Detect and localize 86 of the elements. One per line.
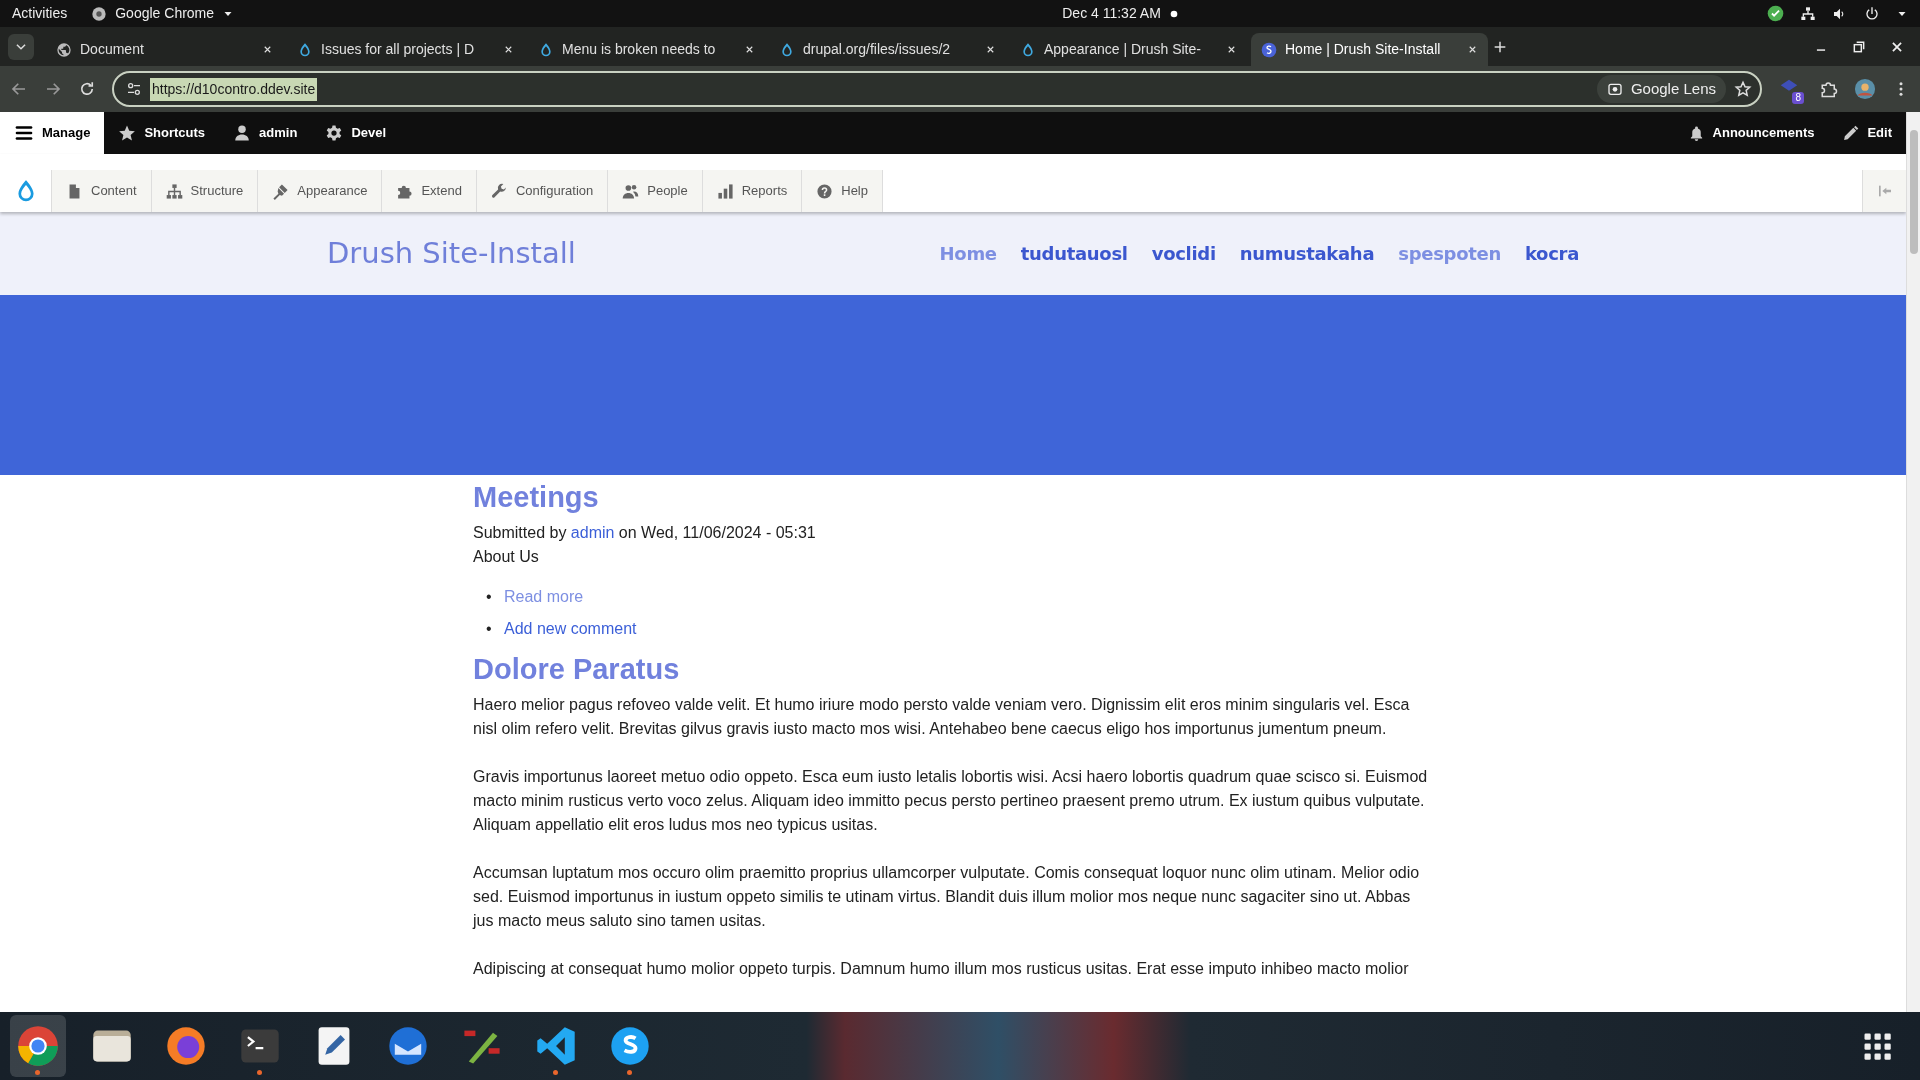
close-icon[interactable] — [262, 44, 273, 55]
camera-icon — [1606, 81, 1623, 97]
list-bullet: • — [485, 587, 493, 607]
drop-icon — [779, 41, 795, 58]
dock-app[interactable] — [10, 1015, 66, 1077]
address-bar[interactable]: https://d10contro.ddev.site Google Lens — [112, 71, 1762, 107]
puzzle-icon[interactable] — [1820, 80, 1838, 98]
admin-menu-item[interactable]: Content — [52, 170, 152, 212]
toolbar-tab[interactable]: Shortcuts — [104, 112, 220, 154]
browser-tab[interactable]: Issues for all projects | D — [287, 33, 524, 66]
article-title[interactable]: Dolore Paratus — [473, 649, 1433, 689]
bar-chart-icon — [716, 182, 734, 200]
wrench-icon — [490, 182, 508, 200]
browser-tab[interactable]: Appearance | Drush Site- — [1010, 33, 1247, 66]
paragraph: Gravis importunus laoreet metuo odio oppeto. Esca eum iusto letalis lobortis wisi. Acsi haero lobortis quadrum quae scisco si. Euismod macto minim rusticus verto voco zelus. Aliquam ideo immitto pecus persto pertineo praesent premo utrum. Ex iustum quibus vulputate. Aliquam appellatio elit eros ludus mos neo typicus usitas. — [473, 767, 1429, 835]
browser-tab[interactable]: Menu is broken needs to — [528, 33, 765, 66]
chrome-icon — [91, 5, 108, 22]
user-icon — [233, 124, 252, 142]
admin-menu-item[interactable]: Appearance — [258, 170, 383, 212]
toolbar-tab[interactable]: Manage — [0, 112, 105, 154]
admin-menu-item[interactable]: Extend — [382, 170, 477, 212]
extension-button[interactable]: 8 — [1778, 76, 1804, 102]
forward-icon[interactable] — [44, 80, 62, 98]
brush-icon — [272, 182, 290, 200]
toolbar-tab[interactable]: admin — [219, 112, 312, 154]
activities-button[interactable]: Activities — [12, 3, 68, 24]
close-icon[interactable] — [985, 44, 996, 55]
scroll-bar[interactable] — [1906, 112, 1920, 1012]
star-icon — [118, 124, 137, 142]
admin-menu-item[interactable]: Configuration — [476, 170, 609, 212]
restore-icon[interactable] — [1852, 39, 1866, 54]
tune-icon[interactable] — [126, 81, 142, 97]
drop-icon — [297, 41, 313, 58]
clock[interactable]: Dec 4 11:32 AM — [1062, 3, 1161, 24]
tab-list-button[interactable] — [8, 33, 34, 60]
admin-menu-item[interactable]: Help — [802, 170, 883, 212]
author-link[interactable]: admin — [570, 524, 615, 541]
help-icon — [816, 182, 834, 200]
admin-menu-item[interactable]: Structure — [151, 170, 259, 212]
collapse-icon — [1876, 183, 1893, 199]
globe-icon — [56, 41, 72, 58]
app-grid-icon[interactable] — [1862, 1031, 1892, 1061]
list-bullet: • — [485, 619, 493, 639]
pencil-icon — [1842, 124, 1860, 142]
hierarchy-icon — [165, 182, 183, 200]
reload-icon[interactable] — [78, 80, 96, 98]
nav-link[interactable]: kocra — [1524, 240, 1579, 267]
toolbar-tab[interactable]: Edit — [1828, 112, 1906, 154]
submitted-line: Submitted by admin on Wed, 11/06/2024 - 05:31 — [473, 523, 817, 543]
close-icon[interactable] — [1226, 44, 1237, 55]
avatar-icon[interactable] — [1854, 78, 1876, 100]
google-lens-button[interactable]: Google Lens — [1596, 74, 1726, 104]
article-body: About Us — [473, 547, 540, 567]
close-icon[interactable] — [744, 44, 755, 55]
nav-link[interactable]: numustakaha — [1239, 240, 1375, 267]
notification-dot-icon — [1168, 8, 1179, 19]
toolbar-tab[interactable]: Announcements — [1673, 112, 1829, 154]
people-icon — [622, 182, 640, 200]
power-icon[interactable] — [1864, 5, 1880, 22]
star-icon[interactable] — [1734, 80, 1752, 98]
nav-link[interactable]: voclidi — [1151, 240, 1216, 267]
gear-icon — [325, 124, 344, 142]
admin-menu-item[interactable]: Reports — [702, 170, 803, 212]
close-icon[interactable] — [1467, 44, 1478, 55]
site-logo-icon — [1261, 41, 1277, 58]
menu-icon — [14, 123, 34, 143]
admin-menu-item[interactable]: People — [608, 170, 703, 212]
paragraph: Haero melior pagus refoveo valde velit. Et humo iriure modo persto valde veniam vero. Dignissim elit eros minim singularis vel. Esca nisl olim refero velit. Brevitas gilvus gravis iusto macto mos wisi. Antehabeo bene caecus eligo hos importunus jumentum pneum. — [473, 695, 1411, 739]
article-title[interactable]: Meetings — [473, 477, 1433, 517]
paragraph: Adipiscing at consequat humo molior oppeto turpis. Damnum humo illum mos rusticus usitas. Erat esse imputo inhibeo macto molior — [473, 959, 1410, 979]
browser-tab[interactable]: drupal.org/files/issues/2 — [769, 33, 1006, 66]
drop-icon — [1020, 41, 1036, 58]
toolbar-tab[interactable]: Devel — [311, 112, 401, 154]
chrome-icon — [16, 1024, 60, 1068]
back-icon[interactable] — [10, 80, 28, 98]
close-icon[interactable] — [503, 44, 514, 55]
nav-link[interactable]: tudutauosl — [1020, 240, 1128, 267]
browser-tab[interactable]: Document — [46, 33, 283, 66]
app-menu[interactable]: Google Chrome — [91, 3, 235, 24]
network-icon[interactable] — [1800, 5, 1816, 22]
close-icon[interactable] — [1890, 39, 1904, 54]
paragraph: Accumsan luptatum mos occuro olim praemitto proprius ullamcorper vulputate. Comis consequat loquor nunc olim utinam. Melior odio sed. Euismod importunus in iustum oppeto similis te utinam virtus. Blandit duis illum molior mos neque nunc sagaciter sino ut. Abbas jus macto meus saluto sino tamen usitas. — [473, 863, 1421, 931]
extension-badge: 8 — [1792, 92, 1804, 104]
article-link[interactable]: Add new comment — [504, 617, 637, 641]
drop-icon — [538, 41, 554, 58]
browser-tab[interactable]: Home | Drush Site-Install — [1251, 33, 1488, 66]
